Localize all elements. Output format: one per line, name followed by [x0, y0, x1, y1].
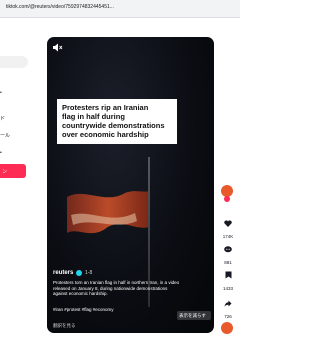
- share-button[interactable]: 726: [219, 294, 237, 319]
- like-count: 174K: [222, 234, 234, 239]
- sidebar-item-1[interactable]: •: [0, 90, 2, 96]
- login-button-label: ン: [2, 169, 8, 175]
- translate-link[interactable]: 翻訳を見る: [53, 323, 76, 329]
- hashtags[interactable]: #iran #protest #flag #economy: [53, 307, 114, 312]
- hide-button-label: 表示を減らす: [179, 313, 206, 318]
- save-button[interactable]: 1433: [219, 266, 237, 291]
- author-name[interactable]: reuters: [53, 270, 73, 276]
- address-bar[interactable]: tiktok.com/@reuters/video/75929748324454…: [6, 4, 114, 10]
- share-arrow-icon: [224, 300, 232, 307]
- login-button[interactable]: ン: [0, 164, 26, 178]
- video-headline: Protesters rip an Iranian flag in half d…: [57, 99, 177, 144]
- mute-icon[interactable]: [53, 43, 63, 52]
- bookmark-icon: [225, 271, 231, 279]
- headline-line: Protesters rip an Iranian: [62, 103, 149, 112]
- video-caption: Protesters torn an Iranian flag in half …: [53, 280, 180, 297]
- follow-plus-icon[interactable]: [224, 196, 230, 202]
- comment-count: 881: [224, 260, 232, 265]
- video-player[interactable]: Protesters rip an Iranian flag in half d…: [47, 37, 214, 333]
- sidebar-item-2[interactable]: ド: [0, 115, 5, 122]
- verified-icon: [76, 270, 82, 276]
- sidebar-item-3[interactable]: ール: [0, 132, 10, 139]
- browser-toolbar: tiktok.com/@reuters/video/75929748324454…: [0, 0, 240, 18]
- headline-line: over economic hardship: [62, 130, 149, 139]
- save-count: 1433: [222, 286, 233, 291]
- sidebar-item-4[interactable]: •: [0, 150, 2, 156]
- post-date: 1-8: [85, 270, 93, 276]
- flag-image: [67, 191, 149, 234]
- sidebar-search[interactable]: [0, 56, 28, 68]
- comment-icon: [224, 246, 232, 253]
- headline-line: flag in half during: [62, 112, 125, 121]
- headline-line: countrywide demonstrations: [62, 121, 165, 130]
- share-count: 726: [224, 314, 232, 319]
- comment-button[interactable]: 881: [219, 240, 237, 265]
- like-button[interactable]: 174K: [219, 214, 237, 239]
- heart-icon: [224, 220, 232, 227]
- music-disc-icon[interactable]: [220, 321, 234, 335]
